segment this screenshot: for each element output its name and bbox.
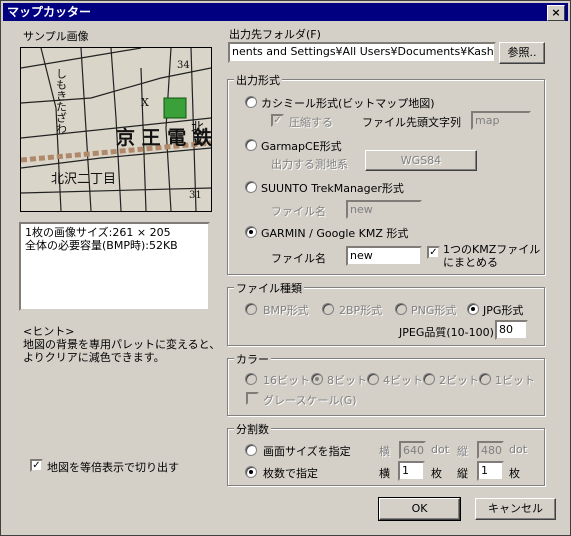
grayscale-label: グレースケール(G) [263, 394, 357, 407]
sample-map-image: 京 王 電 鉄 北 北沢二丁目 34 31 X しもきたざわ [20, 47, 212, 212]
map-graphic: 京 王 電 鉄 北 北沢二丁目 34 31 X しもきたざわ [21, 48, 211, 211]
map-text-num2: 31 [189, 190, 202, 201]
window-title: マップカッター [7, 5, 92, 19]
count-h-unit: 枚 [509, 467, 520, 480]
size-w-input[interactable]: 640 [399, 441, 426, 459]
division-title: 分割数 [234, 421, 271, 437]
count-w-label: 横 [379, 467, 390, 480]
count-w-unit: 枚 [431, 467, 442, 480]
title-bar[interactable]: マップカッター × [3, 3, 568, 21]
radio-bitmap[interactable] [245, 96, 257, 108]
radio-bmp[interactable] [245, 303, 257, 315]
radio-suunto[interactable] [245, 181, 257, 193]
datum-label: 出力する測地系 [271, 158, 348, 171]
size-h-input[interactable]: 480 [477, 441, 504, 459]
dialog-window: マップカッター × サンプル画像 京 王 電 鉄 北 北沢二丁目 34 31 X [0, 0, 571, 536]
suunto-filename-input[interactable]: new [346, 200, 422, 219]
sample-image-label: サンプル画像 [23, 30, 89, 43]
radio-by-count-label: 枚数で指定 [263, 467, 318, 480]
garmin-filename-label: ファイル名 [271, 252, 326, 265]
count-h-label: 縦 [457, 467, 468, 480]
count-h-input[interactable]: 1 [477, 461, 504, 481]
color-title: カラー [234, 351, 271, 367]
radio-2bit[interactable] [423, 373, 435, 385]
grayscale-checkbox[interactable] [246, 392, 259, 405]
radio-by-count[interactable] [245, 466, 257, 478]
radio-16bit[interactable] [245, 373, 257, 385]
output-format-title: 出力形式 [234, 72, 282, 88]
size-h-label: 縦 [457, 445, 468, 458]
radio-png-label: PNG形式 [411, 304, 457, 317]
suunto-filename-label: ファイル名 [271, 205, 326, 218]
info-textbox[interactable]: 1枚の画像サイズ:261 × 205 全体の必要容量(BMP時):52KB [19, 222, 210, 311]
compress-checkbox[interactable]: ✓ [271, 114, 284, 127]
size-h-unit: dot [509, 443, 528, 456]
radio-8bit-label: 8ビット [327, 374, 367, 387]
combine-kmz-label-2: にまとめる [443, 256, 498, 269]
radio-png[interactable] [395, 303, 407, 315]
radio-bmp-label: BMP形式 [263, 304, 309, 317]
radio-by-size-label: 画面サイズを指定 [263, 445, 351, 458]
close-button[interactable]: × [547, 5, 565, 21]
radio-16bit-label: 16ビット [263, 374, 310, 387]
prefix-input[interactable]: map [471, 111, 531, 130]
radio-4bit-label: 4ビット [383, 374, 423, 387]
size-w-label: 横 [379, 445, 390, 458]
radio-garmapce-label: GarmapCE形式 [261, 140, 342, 153]
radio-2bp[interactable] [322, 303, 334, 315]
output-folder-input[interactable]: nents and Settings¥All Users¥Documents¥K… [228, 42, 496, 63]
cancel-button[interactable]: キャンセル [475, 498, 556, 520]
map-text-vertical: しもきたざわ [55, 68, 68, 134]
crop-checkbox-label: 地図を等倍表示で切り出す [47, 461, 179, 474]
datum-button[interactable]: WGS84 [365, 150, 477, 171]
jpeg-quality-input[interactable]: 80 [495, 320, 528, 340]
output-folder-label: 出力先フォルダ(F) [229, 28, 321, 41]
map-text-street: 北沢二丁目 [51, 172, 116, 187]
radio-garmin[interactable] [245, 226, 257, 238]
radio-jpg[interactable] [467, 303, 479, 315]
radio-garmapce[interactable] [245, 139, 257, 151]
radio-suunto-label: SUUNTO TrekManager形式 [261, 182, 404, 195]
map-text-x: X [141, 96, 149, 109]
browse-button[interactable]: 参照.. [499, 42, 545, 64]
radio-2bp-label: 2BP形式 [339, 304, 383, 317]
radio-by-size[interactable] [245, 444, 257, 456]
jpeg-quality-label: JPEG品質(10-100) [399, 326, 494, 339]
info-line-2: 全体の必要容量(BMP時):52KB [25, 239, 178, 252]
size-w-unit: dot [431, 443, 450, 456]
radio-jpg-label: JPG形式 [483, 304, 524, 317]
garmin-filename-input[interactable]: new [346, 246, 422, 266]
radio-garmin-label: GARMIN / Google KMZ 形式 [261, 227, 409, 240]
crop-checkbox[interactable]: ✓ [30, 459, 43, 472]
radio-bitmap-label: カシミール形式(ビットマップ地図) [261, 97, 435, 110]
radio-2bit-label: 2ビット [439, 374, 479, 387]
radio-4bit[interactable] [367, 373, 379, 385]
combine-kmz-checkbox[interactable]: ✓ [427, 246, 440, 259]
compress-label: 圧縮する [289, 116, 333, 129]
map-text-north: 北 [191, 121, 204, 136]
radio-1bit-label: 1ビット [495, 374, 535, 387]
prefix-label: ファイル先頭文字列 [362, 116, 461, 129]
count-w-input[interactable]: 1 [398, 461, 425, 481]
radio-8bit[interactable] [311, 373, 323, 385]
map-text-num1: 34 [177, 60, 190, 71]
hint-line-2: よりクリアに減色できます。 [23, 351, 165, 364]
info-line-1: 1枚の画像サイズ:261 × 205 [25, 226, 171, 239]
radio-1bit[interactable] [479, 373, 491, 385]
ok-button[interactable]: OK [378, 497, 461, 521]
file-type-title: ファイル種類 [234, 280, 304, 296]
